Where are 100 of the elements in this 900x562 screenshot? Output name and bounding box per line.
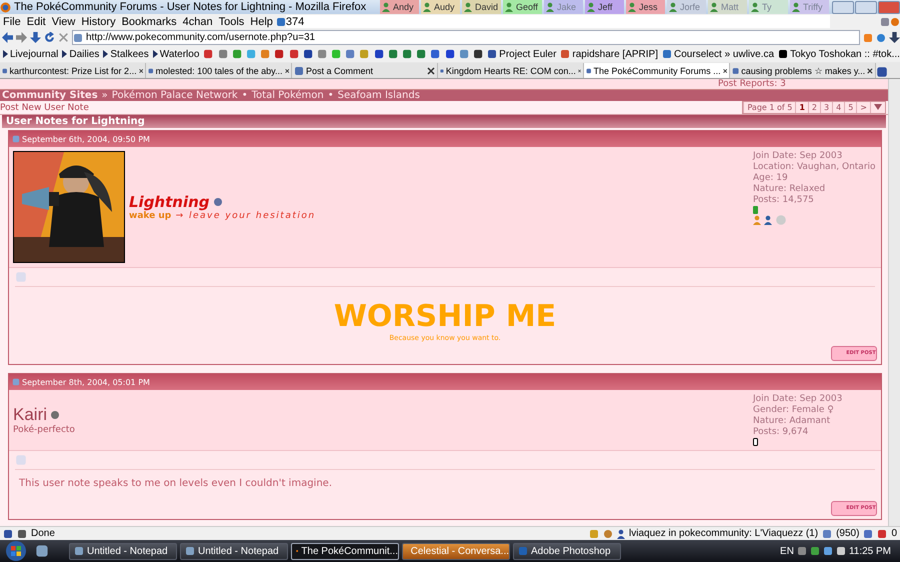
page-link[interactable]: 5 bbox=[844, 102, 856, 113]
forward-icon[interactable] bbox=[16, 32, 27, 43]
bookmark-link[interactable]: Tokyo Toshokan :: #tok... bbox=[778, 48, 900, 60]
nav-link[interactable]: Seafoam Islands bbox=[338, 90, 420, 101]
page-link[interactable]: 4 bbox=[832, 102, 844, 113]
nav-separator: » bbox=[102, 90, 108, 101]
post-reports: Post Reports: 3 bbox=[718, 79, 787, 89]
user-stat: Age: 19 bbox=[753, 173, 789, 184]
menu-item[interactable]: Bookmarks bbox=[118, 16, 180, 28]
user-tab[interactable]: David bbox=[462, 0, 501, 14]
user-tab[interactable]: Andy bbox=[380, 0, 419, 14]
close-button[interactable] bbox=[878, 0, 900, 14]
browser-tab[interactable]: The PokéCommunity Forums ... bbox=[584, 63, 730, 78]
taskbar-button[interactable]: Untitled - Notepad bbox=[69, 542, 177, 560]
taskbar-button[interactable]: Celestial - Conversa... bbox=[402, 542, 510, 560]
user-stat: Join Date: Sep 2003 bbox=[753, 151, 844, 162]
maximize-button[interactable] bbox=[855, 0, 877, 14]
menu-item[interactable]: Tools bbox=[216, 16, 248, 28]
user-title: wake up → leave your hesitation bbox=[129, 211, 317, 221]
note-date: September 8th, 2004, 05:01 PM bbox=[22, 378, 150, 386]
browser-tab[interactable]: causing problems ☆ makes y... bbox=[730, 63, 876, 78]
user-tab[interactable]: Geoff bbox=[503, 0, 542, 14]
menu-item[interactable]: 4chan bbox=[180, 16, 216, 28]
download-icon[interactable] bbox=[30, 32, 41, 43]
taskbar-button[interactable]: Untitled - Notepad bbox=[180, 542, 288, 560]
user-stat: Gender: Female ♀ bbox=[753, 405, 835, 416]
menu-item[interactable]: Help bbox=[247, 16, 276, 28]
close-icon[interactable] bbox=[138, 66, 143, 74]
post-new-link[interactable]: Post New User Note bbox=[0, 102, 89, 112]
note-headline: WORSHIP ME bbox=[332, 299, 558, 334]
download-icon[interactable] bbox=[889, 32, 900, 43]
user-stat: Posts: 9,674 bbox=[753, 427, 810, 438]
user-stat: Posts: 14,575 bbox=[753, 195, 815, 206]
user-stat: Join Date: Sep 2003 bbox=[753, 394, 844, 405]
user-stat: Nature: Adamant bbox=[753, 416, 832, 427]
browser-tab[interactable]: Kingdom Hearts RE: COM con... bbox=[438, 63, 584, 78]
note-date: September 6th, 2004, 09:50 PM bbox=[22, 134, 150, 144]
nav-separator: • bbox=[242, 90, 248, 101]
back-icon[interactable] bbox=[2, 32, 13, 43]
page-label: Page 1 of 5 bbox=[743, 102, 796, 113]
note-text: This user note speaks to me on levels even I couldn't imagine. bbox=[19, 478, 333, 489]
close-icon[interactable] bbox=[427, 66, 435, 74]
contact-icon bbox=[764, 215, 772, 225]
folder-arrow-icon bbox=[152, 50, 158, 58]
username[interactable]: Kairi bbox=[13, 405, 48, 425]
folder-arrow-icon bbox=[103, 50, 108, 58]
menu-item[interactable]: Edit bbox=[24, 16, 49, 28]
taskbar-button[interactable]: The PokéCommunit... bbox=[291, 542, 399, 560]
mail-count: (950) bbox=[836, 528, 860, 539]
nav-link[interactable]: Pokémon Palace Network bbox=[112, 90, 238, 101]
browser-logo-icon bbox=[890, 16, 900, 26]
window-title: The PokéCommunity Forums - User Notes for Lightning - Mozilla Firefox bbox=[14, 1, 366, 13]
browser-tab[interactable]: Post a Comment bbox=[292, 63, 438, 78]
status-text: Done bbox=[31, 528, 55, 539]
browser-logo-icon bbox=[0, 2, 11, 12]
bookmark-folder[interactable]: Dailies bbox=[62, 48, 100, 60]
close-icon[interactable] bbox=[578, 66, 581, 74]
running-person-icon bbox=[753, 215, 761, 225]
page-menu-icon[interactable] bbox=[870, 102, 885, 113]
bookmark-folder[interactable]: Stalkees bbox=[103, 48, 149, 60]
menu-item[interactable]: File bbox=[0, 16, 24, 28]
browser-tab[interactable]: karthurcontest: Prize List for 2... bbox=[0, 63, 146, 78]
username[interactable]: Lightning bbox=[129, 193, 210, 211]
taskbar-button[interactable]: Adobe Photoshop bbox=[513, 542, 621, 560]
browser-tab[interactable]: molested: 100 tales of the aby... bbox=[146, 63, 292, 78]
menu-item[interactable]: History bbox=[78, 16, 119, 28]
user-tab[interactable]: Jeff bbox=[585, 0, 624, 14]
reload-icon[interactable] bbox=[44, 32, 55, 43]
bookmark-link[interactable]: Courselect » uwlive.ca bbox=[662, 48, 774, 60]
folder-arrow-icon bbox=[62, 50, 68, 58]
section-title: User Notes for Lightning bbox=[2, 115, 886, 128]
folder-arrow-icon bbox=[3, 50, 8, 58]
nav-separator: • bbox=[328, 90, 334, 101]
bookmark-link[interactable]: rapidshare [APRIP] bbox=[560, 48, 658, 60]
user-title: Poké-perfecto bbox=[13, 425, 76, 435]
menu-item[interactable]: View bbox=[48, 16, 78, 28]
next-page-link[interactable]: > bbox=[856, 102, 870, 113]
scrollbar[interactable] bbox=[888, 79, 900, 526]
counter-value: 374 bbox=[286, 16, 304, 28]
language-indicator[interactable]: EN bbox=[780, 546, 794, 556]
bookmark-folder[interactable]: Livejournal bbox=[3, 48, 58, 60]
page-link[interactable]: 1 bbox=[795, 102, 808, 113]
close-icon[interactable] bbox=[867, 66, 873, 74]
user-stat: Location: Vaughan, Ontario bbox=[753, 162, 877, 173]
bookmark-folder[interactable]: Waterloo bbox=[152, 48, 200, 60]
close-icon[interactable] bbox=[284, 66, 289, 74]
gmail-count: 0 bbox=[891, 528, 897, 539]
page-link[interactable]: 2 bbox=[808, 102, 820, 113]
clock[interactable]: 11:25 PM bbox=[848, 546, 891, 556]
user-tab[interactable]: Jess bbox=[626, 0, 665, 14]
page-link[interactable]: 3 bbox=[820, 102, 832, 113]
user-tab[interactable]: Audy bbox=[421, 0, 460, 14]
nav-title[interactable]: Community Sites bbox=[2, 90, 98, 101]
close-icon[interactable] bbox=[722, 66, 727, 74]
nav-link[interactable]: Total Pokémon bbox=[252, 90, 324, 101]
url-field[interactable]: http://www.pokecommunity.com/usernote.php?u=31 bbox=[72, 30, 860, 45]
bookmark-link[interactable]: Project Euler bbox=[487, 48, 556, 60]
chat-status: lviaquez in pokecommunity: L'Viaquezz (1) bbox=[629, 528, 818, 539]
user-stat: Nature: Relaxed bbox=[753, 184, 826, 195]
minimize-button[interactable] bbox=[832, 0, 854, 14]
